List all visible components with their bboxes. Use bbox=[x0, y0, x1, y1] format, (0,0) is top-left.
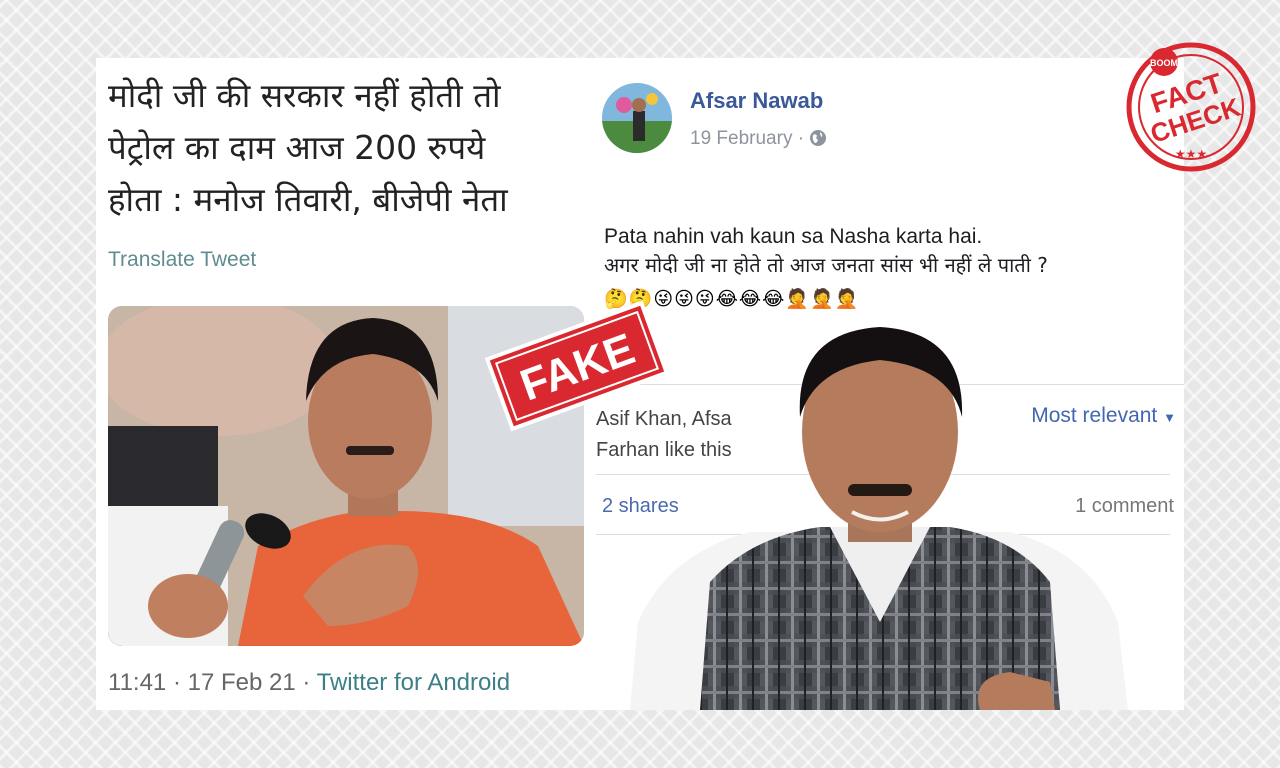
caret-down-icon: ▼ bbox=[1163, 410, 1176, 425]
tweet-text-line: मोदी जी की सरकार नहीं होती तो bbox=[108, 76, 501, 115]
tweet-text: मोदी जी की सरकार नहीं होती तो पेट्रोल का… bbox=[108, 70, 578, 226]
translate-tweet-link[interactable]: Translate Tweet bbox=[108, 248, 256, 272]
comparison-card: मोदी जी की सरकार नहीं होती तो पेट्रोल का… bbox=[96, 58, 1184, 710]
tweet-text-line: होता : मनोज तिवारी, बीजेपी नेता bbox=[108, 180, 508, 219]
post-date-text: 19 February bbox=[690, 128, 793, 149]
separator: · bbox=[302, 669, 311, 696]
separator: · bbox=[172, 669, 181, 696]
tweet-time: 11:41 bbox=[108, 669, 167, 696]
avatar[interactable] bbox=[602, 83, 672, 153]
boom-brand-text: BOOM bbox=[1150, 58, 1178, 68]
post-text-line: Pata nahin vah kaun sa Nasha karta hai. bbox=[604, 225, 983, 248]
tweet-source-link[interactable]: Twitter for Android bbox=[317, 669, 510, 696]
dot-separator: · bbox=[797, 128, 810, 149]
boom-fact-check-logo: BOOM FACT CHECK ★★★ bbox=[1124, 40, 1258, 174]
tweet-metadata: 11:41 · 17 Feb 21 · Twitter for Android bbox=[108, 669, 510, 697]
globe-icon bbox=[809, 128, 827, 149]
post-author-name[interactable]: Afsar Nawab bbox=[690, 88, 823, 114]
tweet-text-line: पेट्रोल का दाम आज 200 रुपये bbox=[108, 128, 486, 167]
post-text-line: अगर मोदी जी ना होते तो आज जनता सांस भी न… bbox=[604, 253, 1048, 277]
politician-photo-overlay bbox=[630, 322, 1128, 710]
post-body: Pata nahin vah kaun sa Nasha karta hai. … bbox=[604, 222, 1048, 280]
tweet-date: 17 Feb 21 bbox=[187, 669, 296, 696]
post-date[interactable]: 19 February · bbox=[690, 128, 827, 150]
stars-decoration: ★★★ bbox=[1175, 147, 1207, 161]
